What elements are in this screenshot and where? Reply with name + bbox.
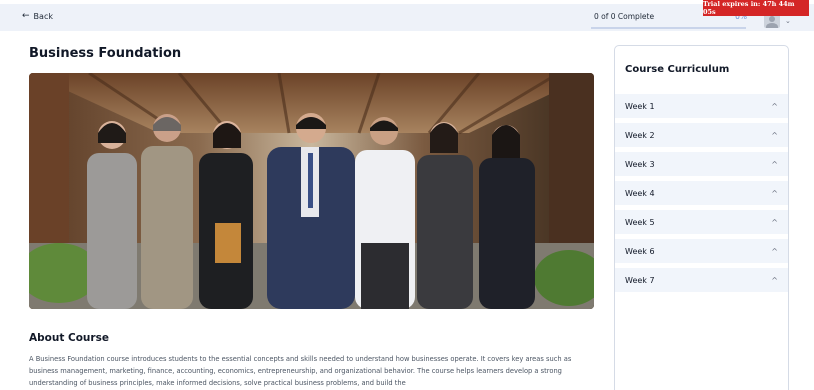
week-3-item[interactable]: Week 3 ^ (615, 152, 788, 176)
week-label: Week 6 (625, 246, 655, 256)
top-bar: ← Back 0 of 0 Complete 0% ⌄ (0, 4, 814, 31)
chevron-down-icon[interactable]: ⌄ (785, 17, 791, 25)
week-label: Week 2 (625, 130, 655, 140)
progress-text: 0 of 0 Complete (594, 12, 655, 21)
chevron-up-icon[interactable]: ^ (771, 276, 778, 285)
week-7-item[interactable]: Week 7 ^ (615, 268, 788, 292)
chevron-up-icon[interactable]: ^ (771, 160, 778, 169)
chevron-up-icon[interactable]: ^ (771, 189, 778, 198)
week-label: Week 4 (625, 188, 655, 198)
back-label: Back (33, 12, 53, 21)
week-5-item[interactable]: Week 5 ^ (615, 210, 788, 234)
curriculum-title: Course Curriculum (625, 64, 730, 75)
about-course-heading: About Course (29, 332, 109, 344)
week-1-item[interactable]: Week 1 ^ (615, 94, 788, 118)
progress-bar (591, 27, 746, 29)
user-menu[interactable]: ⌄ (764, 14, 791, 28)
avatar[interactable] (764, 14, 780, 28)
back-button[interactable]: ← Back (22, 11, 53, 22)
week-4-item[interactable]: Week 4 ^ (615, 181, 788, 205)
arrow-left-icon: ← (22, 11, 30, 21)
course-title: Business Foundation (29, 46, 182, 61)
chevron-up-icon[interactable]: ^ (771, 247, 778, 256)
chevron-up-icon[interactable]: ^ (771, 218, 778, 227)
about-course-text: A Business Foundation course introduces … (29, 355, 572, 388)
trial-expiry-banner: Trial expires in: 47h 44m 05s (703, 0, 809, 16)
chevron-up-icon[interactable]: ^ (771, 102, 778, 111)
course-cover-image (29, 73, 594, 309)
week-label: Week 5 (625, 217, 655, 227)
week-6-item[interactable]: Week 6 ^ (615, 239, 788, 263)
course-curriculum-panel: Course Curriculum Week 1 ^ Week 2 ^ Week… (614, 45, 789, 390)
week-label: Week 1 (625, 101, 655, 111)
week-2-item[interactable]: Week 2 ^ (615, 123, 788, 147)
chevron-up-icon[interactable]: ^ (771, 131, 778, 140)
week-label: Week 7 (625, 275, 655, 285)
week-label: Week 3 (625, 159, 655, 169)
